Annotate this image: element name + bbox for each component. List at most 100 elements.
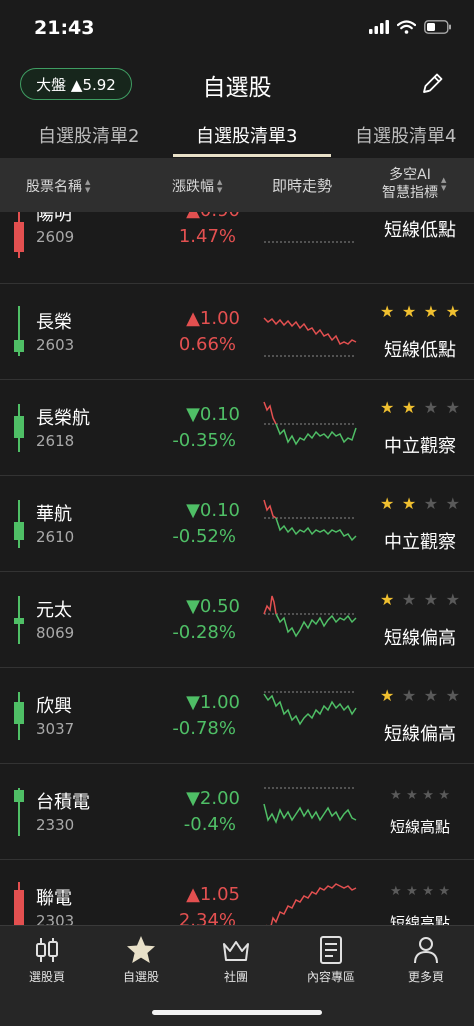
star-icon: ★ xyxy=(401,590,417,609)
intraday-sparkline xyxy=(263,499,357,542)
candlestick-icon xyxy=(14,306,24,356)
sort-icon: ▲ ▼ xyxy=(441,176,447,192)
stock-list[interactable]: 陽明 2609 ▲0.90 1.47% ★ ★ ★ ★ 短線低點 長榮 2603… xyxy=(0,212,474,925)
person-icon xyxy=(414,937,438,964)
status-bar: 21:43 xyxy=(0,0,474,58)
star-icon: ★ xyxy=(401,494,417,513)
nav-community[interactable]: 社團 xyxy=(189,934,283,985)
column-ai-sort[interactable]: 多空AI 智慧指標 ▲ ▼ xyxy=(382,166,446,202)
stock-change: ▼0.10 xyxy=(186,404,240,425)
ai-rating-stars: ★ ★ ★ ★ xyxy=(380,400,460,416)
stock-row-2610[interactable]: 華航 2610 ▼0.10 -0.52% ★ ★ ★ ★ 中立觀察 xyxy=(0,476,474,572)
stock-code: 2330 xyxy=(36,816,75,834)
column-ai-label-line2: 智慧指標 xyxy=(382,185,438,201)
candlestick-icon xyxy=(14,212,24,258)
stock-row-2330[interactable]: 台積電 2330 ▼2.00 -0.4% ★ ★ ★ ★ 短線高點 xyxy=(0,764,474,860)
stock-name: 台積電 xyxy=(36,792,90,813)
star-icon: ★ xyxy=(445,494,460,513)
stock-change: ▲0.90 xyxy=(140,212,240,221)
nav-stock-picker[interactable]: 選股頁 xyxy=(0,934,94,985)
watchlist-tabs: 自選股清單2 自選股清單3 自選股清單4 xyxy=(0,112,474,158)
nav-label: 自選股 xyxy=(122,970,159,984)
star-icon: ★ xyxy=(438,788,450,803)
nav-label: 更多頁 xyxy=(407,970,444,984)
intraday-sparkline xyxy=(266,883,357,925)
candlestick-icon xyxy=(14,404,24,452)
star-icon: ★ xyxy=(406,788,418,803)
stock-percent: -0.4% xyxy=(183,814,236,835)
star-icon: ★ xyxy=(401,686,417,705)
stock-percent: -0.28% xyxy=(172,622,236,643)
stock-change: ▼0.10 xyxy=(186,500,240,521)
nav-label: 選股頁 xyxy=(28,970,65,984)
stock-row-2618[interactable]: 長榮航 2618 ▼0.10 -0.35% ★ ★ ★ ★ 中立觀察 xyxy=(0,380,474,476)
column-name-sort[interactable]: 股票名稱 ▲ ▼ xyxy=(26,176,90,196)
tab-watchlist-4[interactable]: 自選股清單4 xyxy=(355,122,456,148)
star-icon: ★ xyxy=(422,884,434,899)
nav-more[interactable]: 更多頁 xyxy=(379,934,473,985)
ai-indicator: 短線偏高 xyxy=(384,628,456,649)
star-icon: ★ xyxy=(390,884,402,899)
nav-content[interactable]: 內容專區 xyxy=(284,934,378,985)
stock-row-8069[interactable]: 元太 8069 ▼0.50 -0.28% ★ ★ ★ ★ 短線偏高 xyxy=(0,572,474,668)
stock-name: 陽明 xyxy=(36,212,72,225)
nav-label: 內容專區 xyxy=(306,970,355,984)
stock-name: 聯電 xyxy=(36,888,72,909)
ai-indicator: 中立觀察 xyxy=(384,436,456,457)
star-icon: ★ xyxy=(445,398,460,417)
tab-watchlist-3[interactable]: 自選股清單3 xyxy=(196,122,297,148)
stock-name: 欣興 xyxy=(36,696,72,717)
stock-percent: -0.52% xyxy=(172,526,236,547)
stock-code: 8069 xyxy=(36,624,75,642)
star-icon: ★ xyxy=(423,494,439,513)
stock-name: 長榮航 xyxy=(36,408,90,429)
star-icon: ★ xyxy=(423,686,439,705)
sort-icon: ▲ ▼ xyxy=(217,178,223,194)
battery-icon xyxy=(424,20,451,34)
stock-code: 2603 xyxy=(36,336,75,354)
stock-name: 長榮 xyxy=(36,312,72,333)
candlestick-icon xyxy=(14,788,24,836)
stock-name: 華航 xyxy=(36,504,72,525)
star-icon: ★ xyxy=(380,590,395,609)
nav-watchlist[interactable]: 自選股 xyxy=(94,934,188,985)
ai-indicator: 短線高點 xyxy=(389,818,450,836)
stock-change: ▲1.00 xyxy=(186,308,240,329)
stock-row-3037[interactable]: 欣興 3037 ▼1.00 -0.78% ★ ★ ★ ★ 短線偏高 xyxy=(0,668,474,764)
ai-rating-stars: ★ ★ ★ ★ xyxy=(380,496,460,512)
stock-change: ▲1.05 xyxy=(186,884,240,905)
signal-icon xyxy=(369,20,389,34)
candlestick-icon xyxy=(14,882,24,925)
intraday-sparkline xyxy=(263,595,357,638)
header: 大盤 ▲5.92 自選股 xyxy=(0,58,474,110)
stock-code: 2618 xyxy=(36,432,75,450)
edit-icon[interactable] xyxy=(420,70,446,96)
star-icon: ★ xyxy=(423,398,439,417)
star-icon: ★ xyxy=(380,494,395,513)
column-header: 股票名稱 ▲ ▼ 漲跌幅 ▲ ▼ 即時走勢 多空AI 智慧指標 ▲ ▼ xyxy=(0,158,474,212)
intraday-sparkline xyxy=(264,212,356,243)
stock-code: 3037 xyxy=(36,720,75,738)
ai-indicator: 短線偏高 xyxy=(384,724,456,745)
ai-indicator: 中立觀察 xyxy=(384,532,456,553)
stock-percent: -0.78% xyxy=(172,718,236,739)
nav-label: 社團 xyxy=(223,970,248,984)
star-icon: ★ xyxy=(423,590,439,609)
column-change-sort[interactable]: 漲跌幅 ▲ ▼ xyxy=(172,176,222,196)
stock-percent: 0.66% xyxy=(178,334,236,355)
stock-change: ▼0.50 xyxy=(186,596,240,617)
stock-row-2609[interactable]: 陽明 2609 ▲0.90 1.47% ★ ★ ★ ★ 短線低點 xyxy=(0,212,474,284)
ai-indicator: 短線低點 xyxy=(384,220,456,241)
stock-row-2303[interactable]: 聯電 2303 ▲1.05 2.34% ★ ★ ★ ★ 短線高點 xyxy=(0,860,474,925)
stock-code: 2610 xyxy=(36,528,75,546)
ai-indicator: 短線高點 xyxy=(389,914,450,925)
wifi-icon xyxy=(397,20,416,34)
candlestick-icon xyxy=(14,596,24,644)
star-icon: ★ xyxy=(445,590,460,609)
tab-watchlist-2[interactable]: 自選股清單2 xyxy=(38,122,139,148)
ai-rating-stars: ★ ★ ★ ★ xyxy=(390,788,450,804)
stock-row-2603[interactable]: 長榮 2603 ▲1.00 0.66% ★ ★ ★ ★ 短線低點 xyxy=(0,284,474,380)
star-icon: ★ xyxy=(445,302,460,321)
candlestick-icon xyxy=(14,500,24,548)
column-trend-text: 即時走勢 xyxy=(272,177,333,195)
